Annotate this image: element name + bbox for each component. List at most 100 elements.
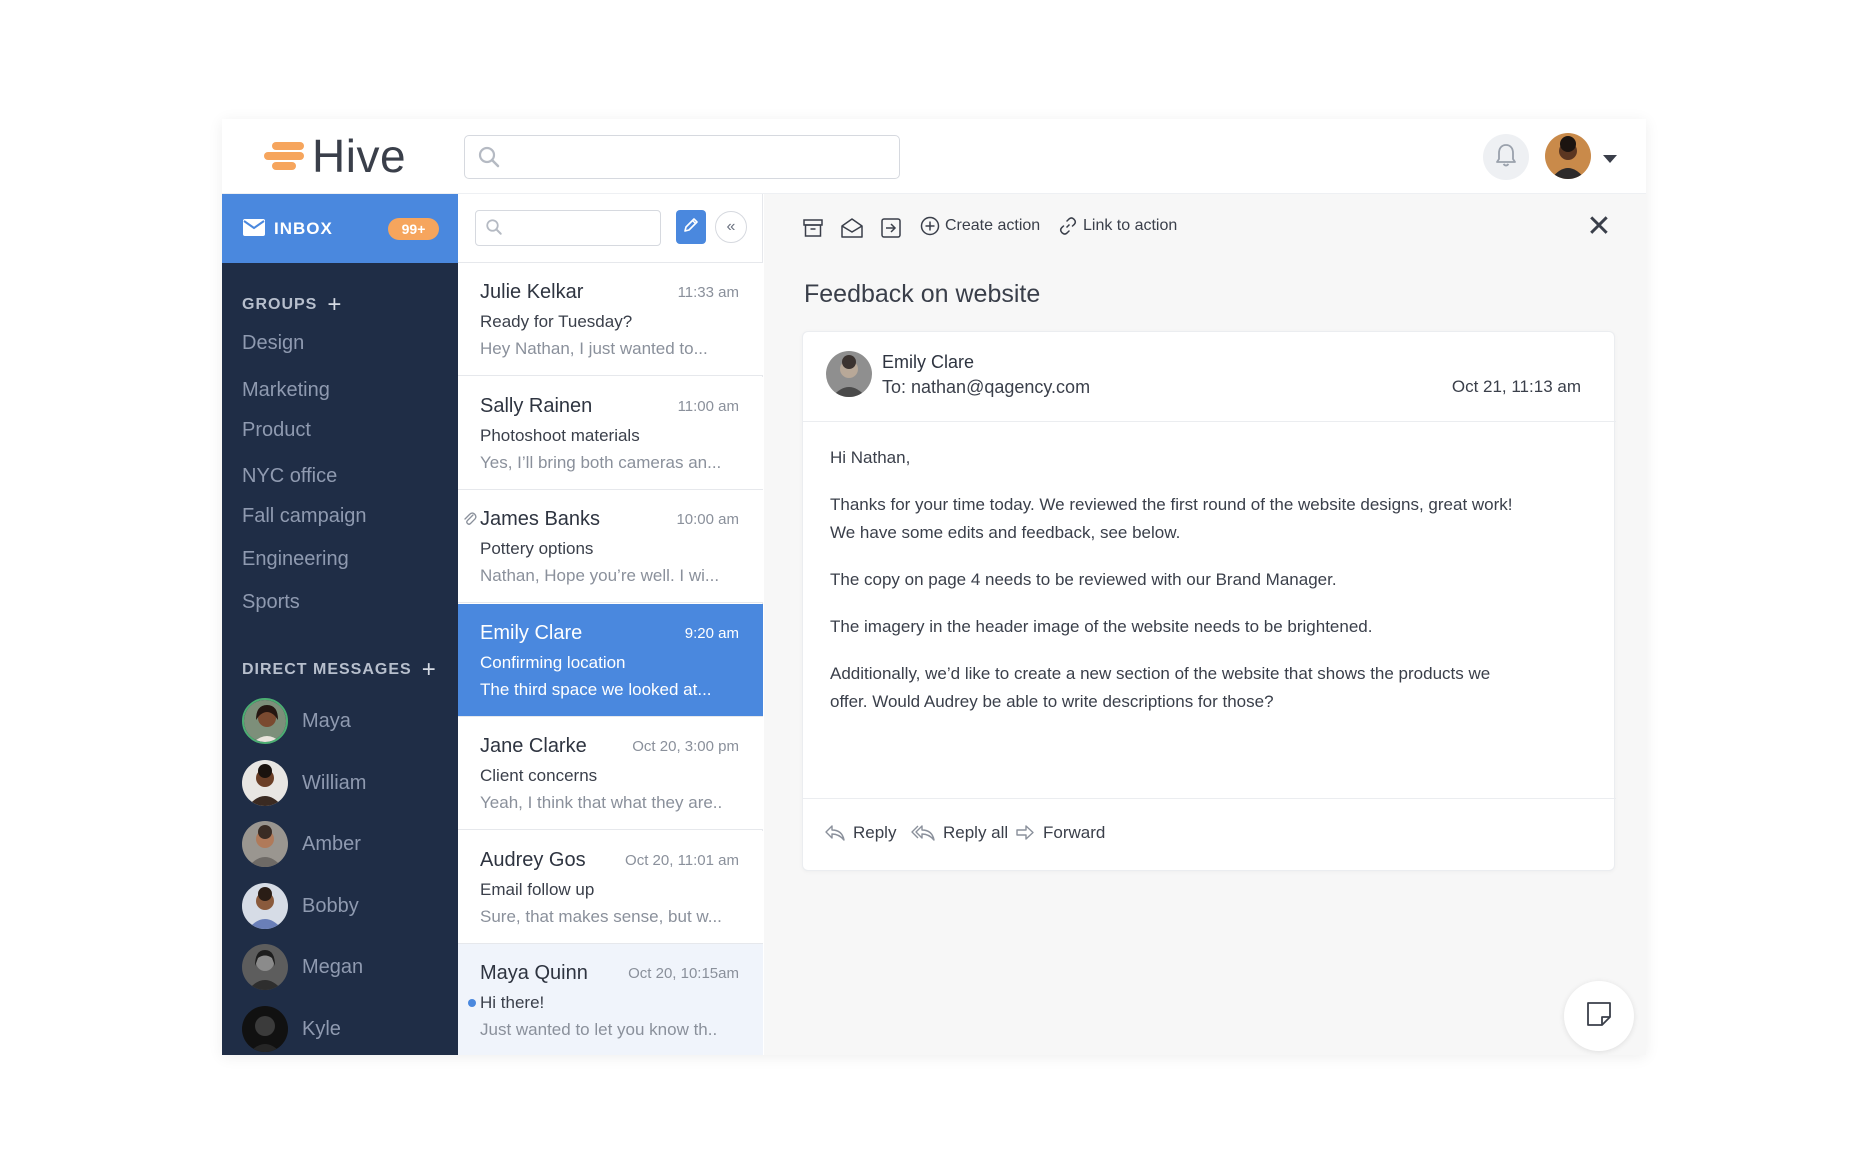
archive-icon[interactable]	[801, 216, 825, 240]
email-actions: Reply Reply all Forward	[803, 798, 1616, 872]
dm-item-william[interactable]: William	[242, 760, 366, 806]
message-list: « Julie Kelkar 11:33 am Ready for Tuesda…	[458, 194, 763, 1055]
message-preview: Nathan, Hope you’re well. I wi...	[480, 566, 720, 585]
search-icon	[477, 145, 501, 174]
message-list-item[interactable]: James Banks 10:00 am Pottery options Nat…	[458, 490, 763, 603]
email-card: Emily Clare To: nathan@qagency.com Oct 2…	[802, 331, 1616, 872]
message-list-item-unread[interactable]: Maya Quinn Oct 20, 10:15am Hi there! Jus…	[458, 944, 763, 1055]
message-list-header: «	[458, 194, 763, 263]
dm-item-bobby[interactable]: Bobby	[242, 883, 359, 929]
reply-all-icon	[911, 825, 935, 841]
email-greeting: Hi Nathan,	[830, 448, 911, 467]
message-sender: Jane Clarke	[480, 735, 587, 757]
dm-item-megan[interactable]: Megan	[242, 944, 363, 990]
message-time: Oct 20, 10:15am	[628, 965, 739, 982]
hive-logo-icon	[264, 138, 308, 174]
move-to-icon[interactable]	[879, 216, 903, 240]
hive-logo[interactable]: Hive	[264, 130, 406, 182]
message-subject: Hi there!	[480, 993, 545, 1012]
forward-button[interactable]: Forward	[1015, 823, 1105, 843]
sender-name: Emily Clare	[882, 352, 975, 372]
collapse-list-button[interactable]: «	[715, 211, 747, 243]
create-action-button[interactable]: Create action	[920, 216, 1040, 236]
sidebar-group-engineering[interactable]: Engineering	[242, 548, 349, 571]
sidebar-group-sports[interactable]: Sports	[242, 591, 300, 614]
message-subject: Client concerns	[480, 766, 598, 785]
reply-button[interactable]: Reply	[825, 823, 896, 843]
email-line: Additionally, we’d like to create a new …	[830, 664, 1491, 683]
dm-title: DIRECT MESSAGES	[242, 661, 412, 678]
notifications-button[interactable]	[1483, 134, 1529, 180]
app-window: Hive INBOX 99+ GROUPS + Design Marketing…	[222, 119, 1646, 1055]
reply-icon	[825, 825, 845, 841]
message-preview: Sure, that makes sense, but w...	[480, 907, 722, 926]
reply-all-button[interactable]: Reply all	[911, 823, 1008, 843]
top-bar: Hive	[222, 119, 1646, 194]
message-preview: Yes, I’ll bring both cameras an...	[480, 453, 722, 472]
avatar	[242, 821, 288, 867]
sidebar: INBOX 99+ GROUPS + Design Marketing Prod…	[222, 194, 458, 1055]
dm-item-amber[interactable]: Amber	[242, 821, 361, 867]
sidebar-group-fall-campaign[interactable]: Fall campaign	[242, 505, 367, 528]
message-list-item[interactable]: Julie Kelkar 11:33 am Ready for Tuesday?…	[458, 263, 763, 376]
email-line: Thanks for your time today. We reviewed …	[830, 495, 1513, 514]
message-subject: Ready for Tuesday?	[480, 312, 633, 331]
add-dm-plus-icon[interactable]: +	[422, 658, 437, 682]
message-list-item[interactable]: Jane Clarke Oct 20, 3:00 pm Client conce…	[458, 717, 763, 830]
dm-item-maya[interactable]: Maya	[242, 698, 351, 744]
notes-button[interactable]	[1564, 981, 1634, 1051]
email-paragraph: Additionally, we’d like to create a new …	[830, 660, 1600, 716]
message-time: 11:00 am	[677, 398, 739, 415]
avatar	[242, 698, 288, 744]
message-sender: Maya Quinn	[480, 962, 588, 984]
message-time: Oct 20, 3:00 pm	[632, 738, 739, 755]
message-sender: Sally Rainen	[480, 395, 593, 417]
mark-read-envelope-icon[interactable]	[840, 216, 864, 240]
forward-icon	[1016, 825, 1034, 840]
plus-circle-icon	[920, 216, 940, 236]
note-icon	[1586, 1001, 1612, 1032]
mail-icon	[243, 219, 265, 241]
add-group-plus-icon[interactable]: +	[327, 293, 342, 317]
sidebar-group-product[interactable]: Product	[242, 419, 311, 442]
message-list-item-selected[interactable]: Emily Clare 9:20 am Confirming location …	[458, 604, 763, 717]
close-icon[interactable]: ✕	[1586, 212, 1612, 242]
avatar	[242, 944, 288, 990]
dm-name: Amber	[302, 832, 361, 855]
message-sender: Julie Kelkar	[480, 281, 584, 303]
dm-item-kyle[interactable]: Kyle	[242, 1006, 341, 1052]
sidebar-group-nyc-office[interactable]: NYC office	[242, 465, 337, 488]
bell-icon	[1494, 142, 1518, 173]
forward-label: Forward	[1043, 823, 1106, 842]
create-action-label: Create action	[945, 217, 1041, 234]
message-search-input[interactable]	[475, 210, 661, 246]
global-search-input[interactable]	[464, 135, 900, 179]
email-line: We have some edits and feedback, see bel…	[830, 523, 1181, 542]
double-chevron-left-icon: «	[726, 218, 736, 235]
message-time: 10:00 am	[676, 511, 739, 528]
link-icon	[1059, 217, 1077, 235]
account-menu-caret-icon[interactable]	[1603, 155, 1617, 163]
unread-dot-icon	[468, 999, 476, 1007]
user-avatar[interactable]	[1545, 133, 1591, 179]
search-icon	[485, 218, 503, 241]
reply-label: Reply	[853, 823, 897, 842]
message-list-item[interactable]: Sally Rainen 11:00 am Photoshoot materia…	[458, 377, 763, 490]
sidebar-group-design[interactable]: Design	[242, 332, 304, 355]
message-list-item[interactable]: Audrey Gos Oct 20, 11:01 am Email follow…	[458, 831, 763, 944]
inbox-button[interactable]: INBOX 99+	[222, 194, 458, 263]
message-sender: Emily Clare	[480, 622, 583, 644]
message-time: Oct 20, 11:01 am	[625, 852, 739, 869]
message-preview: The third space we looked at...	[480, 680, 712, 699]
message-preview: Just wanted to let you know th..	[480, 1020, 718, 1039]
message-subject: Email follow up	[480, 880, 595, 899]
link-to-action-button[interactable]: Link to action	[1058, 216, 1177, 236]
reply-all-label: Reply all	[943, 823, 1009, 842]
reading-pane: Create action Link to action ✕ Feedback …	[764, 194, 1646, 1055]
groups-title: GROUPS	[242, 296, 318, 313]
app-name: Hive	[312, 130, 407, 182]
email-header: Emily Clare To: nathan@qagency.com Oct 2…	[803, 332, 1616, 422]
compose-button[interactable]	[676, 210, 706, 244]
dm-name: Megan	[302, 955, 364, 978]
sidebar-group-marketing[interactable]: Marketing	[242, 379, 330, 402]
